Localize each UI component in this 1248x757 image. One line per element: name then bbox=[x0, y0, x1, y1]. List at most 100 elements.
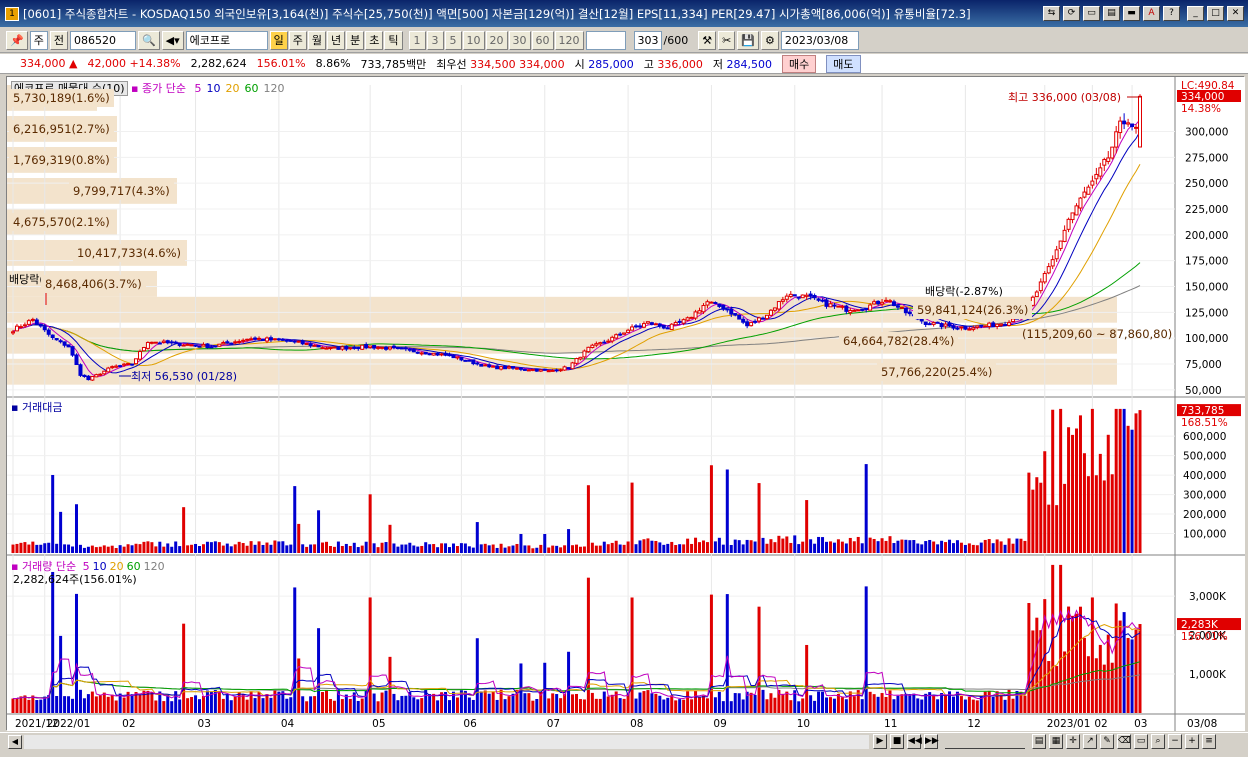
candle-body bbox=[610, 336, 615, 342]
volume-bar bbox=[523, 693, 527, 713]
amount-bar bbox=[705, 542, 709, 553]
market-select[interactable]: 주 bbox=[29, 31, 48, 50]
zoom-icon[interactable]: ⌕ bbox=[1151, 734, 1165, 749]
period-tab-6[interactable]: 틱 bbox=[384, 31, 403, 50]
chart-area[interactable]: 2021/12 2022/01 02 03 04 05 06 07 08 09 10 11 12 2023… bbox=[6, 76, 1245, 731]
window-icon[interactable]: ▭ bbox=[1083, 6, 1100, 21]
volume-bar bbox=[805, 644, 809, 713]
tick-button-3[interactable]: 3 bbox=[426, 31, 444, 50]
amount-bar bbox=[868, 537, 872, 553]
horizontal-scrollbar[interactable]: ◀ ▶ ■ ◀◀ ▶▶ ▤ ▦ ✛ ↗ ✎ ⌫ ▭ ⌕ − + ≡ bbox=[0, 732, 1248, 750]
candle-body bbox=[407, 348, 412, 351]
candle-body bbox=[542, 368, 547, 371]
grid-icon[interactable]: ▦ bbox=[1049, 734, 1063, 749]
layout-icon[interactable]: ▤ bbox=[1032, 734, 1046, 749]
tick-button-10[interactable]: 10 bbox=[462, 31, 485, 50]
tile-icon[interactable]: ▤ bbox=[1103, 6, 1120, 21]
volume-bar bbox=[987, 690, 991, 713]
candle-body bbox=[586, 346, 591, 353]
rewind-icon[interactable]: ◀◀ bbox=[907, 734, 922, 749]
code-input[interactable]: 086520 bbox=[69, 31, 136, 50]
pin-icon[interactable]: 📌 bbox=[6, 31, 28, 50]
buy-button[interactable]: 매수 bbox=[782, 54, 817, 73]
ticker-icon[interactable]: ▬ bbox=[1123, 6, 1140, 21]
stock-chart[interactable]: 2021/122022/01 02 03 04 05 06 07 08 09 10 11 12 2023… bbox=[7, 77, 1245, 731]
volume-profile-label: 59,841,124(26.3%) bbox=[913, 300, 1033, 319]
candle-body bbox=[368, 345, 373, 348]
amount-bar bbox=[162, 546, 166, 553]
amount-bar bbox=[340, 545, 344, 553]
tools-icon[interactable]: ⚒ bbox=[698, 31, 717, 50]
help-icon[interactable]: ? bbox=[1163, 6, 1180, 21]
candle-body bbox=[943, 323, 948, 327]
blank-select[interactable] bbox=[585, 31, 626, 50]
volume-bar bbox=[662, 699, 666, 713]
link-icon[interactable]: ⇆ bbox=[1043, 6, 1060, 21]
scroll-right-icon[interactable]: ▶ bbox=[873, 734, 887, 749]
candle-body bbox=[499, 366, 504, 370]
period-tab-3[interactable]: 년 bbox=[327, 31, 346, 50]
zoom-slider[interactable] bbox=[945, 734, 1025, 749]
print-icon[interactable]: ▭ bbox=[1134, 734, 1148, 749]
settings-icon[interactable]: ⚙ bbox=[761, 31, 779, 50]
period-tab-5[interactable]: 초 bbox=[365, 31, 384, 50]
tick-button-20[interactable]: 20 bbox=[485, 31, 508, 50]
tick-button-5[interactable]: 5 bbox=[444, 31, 462, 50]
close-icon[interactable]: ✕ bbox=[1227, 6, 1244, 21]
candle-body bbox=[475, 362, 480, 365]
draw-icon[interactable]: ✎ bbox=[1100, 734, 1114, 749]
volume-bar bbox=[1011, 698, 1015, 713]
period-tab-2[interactable]: 월 bbox=[307, 31, 327, 50]
minimize-icon[interactable]: _ bbox=[1187, 6, 1204, 21]
amount-bar bbox=[531, 548, 535, 553]
volume-bar bbox=[543, 662, 547, 713]
candle-body bbox=[800, 294, 805, 299]
volume-bar bbox=[491, 691, 495, 713]
tick-button-1[interactable]: 1 bbox=[408, 31, 426, 50]
trend-icon[interactable]: ↗ bbox=[1083, 734, 1097, 749]
volume-bar bbox=[967, 696, 971, 713]
zoom-in-icon[interactable]: + bbox=[1185, 734, 1199, 749]
speaker-icon[interactable]: ◀▾ bbox=[161, 31, 184, 50]
candle-body bbox=[411, 349, 416, 353]
scissors-icon[interactable]: ✂ bbox=[718, 31, 736, 50]
crosshair-icon[interactable]: ✛ bbox=[1066, 734, 1080, 749]
stock-name[interactable]: 에코프로 bbox=[185, 31, 268, 50]
period-tab-1[interactable]: 주 bbox=[288, 31, 307, 50]
period-tab-4[interactable]: 분 bbox=[346, 31, 365, 50]
tick-button-30[interactable]: 30 bbox=[508, 31, 531, 50]
y-tick-label: 275,000 bbox=[1185, 152, 1228, 164]
period-tab-0[interactable]: 일 bbox=[269, 31, 288, 50]
volume-bar bbox=[86, 694, 90, 713]
scroll-track[interactable] bbox=[24, 735, 869, 749]
amount-bar bbox=[412, 545, 416, 553]
candle-body bbox=[209, 346, 214, 349]
date-input[interactable]: 2023/03/08 bbox=[780, 31, 859, 50]
volume-bar bbox=[138, 694, 142, 713]
volume-bar bbox=[400, 695, 404, 713]
forward-icon[interactable]: ▶▶ bbox=[924, 734, 939, 749]
candle-body bbox=[122, 363, 127, 366]
amount-bar bbox=[928, 539, 932, 553]
volume-bar bbox=[737, 693, 741, 713]
volume-bar bbox=[567, 651, 571, 713]
refresh-icon[interactable]: ⟳ bbox=[1063, 6, 1080, 21]
scroll-left-icon[interactable]: ◀ bbox=[8, 735, 22, 749]
volume-bar bbox=[380, 692, 384, 713]
maximize-icon[interactable]: □ bbox=[1207, 6, 1224, 21]
stop-icon[interactable]: ■ bbox=[890, 734, 904, 749]
amount-bar bbox=[332, 546, 336, 553]
tick-button-120[interactable]: 120 bbox=[554, 31, 584, 50]
count-input[interactable]: 303 bbox=[633, 31, 662, 50]
menu-icon[interactable]: ≡ bbox=[1202, 734, 1216, 749]
save-icon[interactable]: 💾 bbox=[737, 31, 760, 50]
amount-bar bbox=[503, 547, 507, 553]
prev-button[interactable]: 전 bbox=[49, 31, 68, 50]
search-icon[interactable]: 🔍 bbox=[137, 31, 160, 50]
font-icon[interactable]: A bbox=[1143, 6, 1160, 21]
zoom-out-icon[interactable]: − bbox=[1168, 734, 1182, 749]
sell-button[interactable]: 매도 bbox=[826, 54, 861, 73]
erase-icon[interactable]: ⌫ bbox=[1117, 734, 1131, 749]
candle-body bbox=[1114, 131, 1119, 148]
tick-button-60[interactable]: 60 bbox=[531, 31, 554, 50]
